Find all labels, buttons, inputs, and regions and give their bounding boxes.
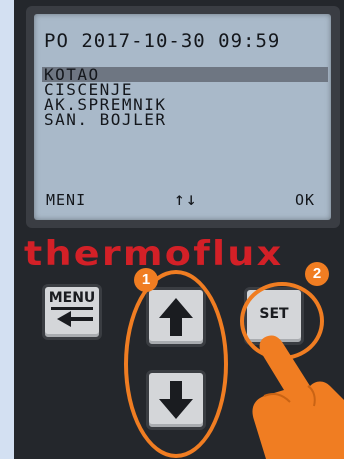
page-sidebar: [0, 0, 14, 459]
softkey-bar: MENI ↑↓ OK: [34, 189, 331, 213]
annotation-badge-2: 2: [305, 262, 329, 286]
return-arrow-icon: [51, 307, 93, 327]
softkey-ok: OK: [295, 191, 316, 209]
lcd-display: PO 2017-10-30 09:59 KOTAO CISCENJE AK.SP…: [34, 14, 331, 220]
brand-logo: thermoflux: [24, 234, 284, 274]
annotation-ring-arrows: [124, 270, 228, 458]
pointing-hand-icon: [252, 335, 344, 459]
softkey-meni: MENI: [46, 191, 87, 209]
menu-item-san-bojler[interactable]: SAN. BOJLER: [42, 112, 328, 128]
menu-button[interactable]: MENU: [42, 284, 102, 340]
controller-device: PO 2017-10-30 09:59 KOTAO CISCENJE AK.SP…: [14, 0, 344, 459]
annotation-badge-1: 1: [134, 268, 158, 292]
datetime-readout: PO 2017-10-30 09:59: [44, 30, 281, 52]
softkey-arrows: ↑↓: [174, 189, 198, 210]
menu-list: KOTAO CISCENJE AK.SPREMNIK SAN. BOJLER: [42, 67, 328, 128]
